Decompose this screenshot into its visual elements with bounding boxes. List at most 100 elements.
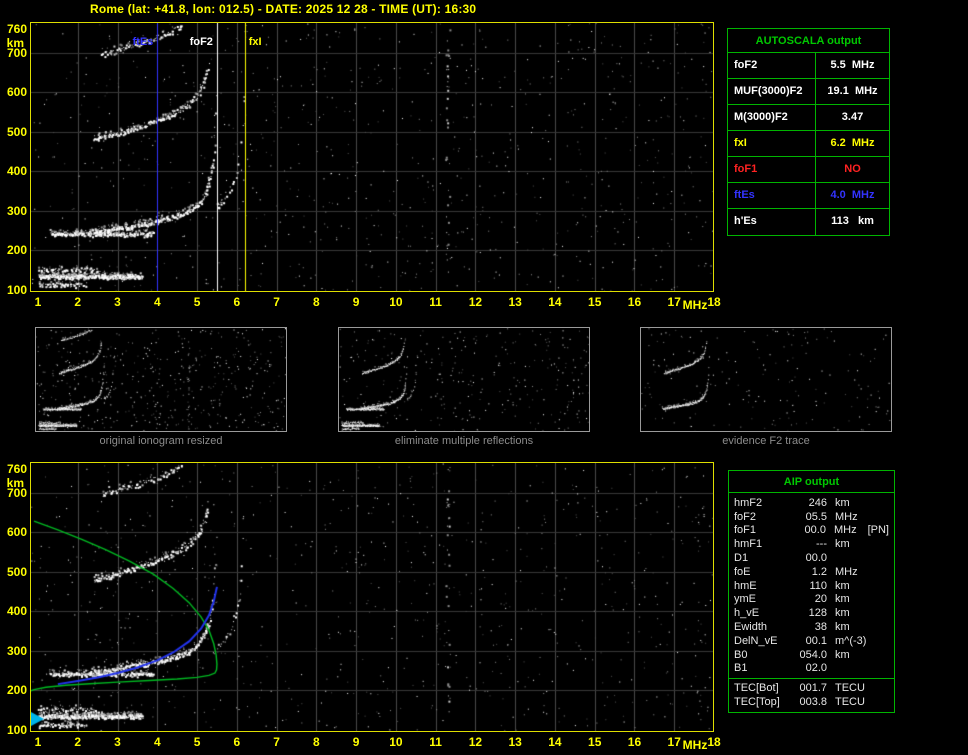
x-tick-label: 3 <box>114 735 121 749</box>
x-tick-label: 2 <box>74 735 82 749</box>
parameter-value: 003.8 <box>799 696 827 709</box>
y-tick-label: 600 <box>6 85 27 100</box>
x-tick-label: 11 <box>429 735 442 749</box>
parameter-label: fxI <box>728 131 816 156</box>
x-tick-label: 9 <box>352 735 360 749</box>
parameter-value: 3.47 <box>841 111 864 123</box>
parameter-value: 38 <box>814 621 827 634</box>
marker-label-fof2: foF2 <box>189 36 213 48</box>
autoscala-table-row: h'Es 113 km <box>728 209 889 235</box>
aip-tec-row: TEC[Top] 003.8 TECU <box>729 695 894 709</box>
aip-table-row: B1 02.0 <box>729 662 894 676</box>
page-title: Rome (lat: +41.8, lon: 012.5) - DATE: 20… <box>90 2 477 16</box>
aip-tec-rows: TEC[Bot] 001.7 TECU TEC[Top] 003.8 TECU <box>729 678 894 709</box>
aip-table-row: ymE 20 km <box>729 593 894 607</box>
autoscala-screen: Rome (lat: +41.8, lon: 012.5) - DATE: 20… <box>0 0 968 755</box>
y-tick-label: 200 <box>6 243 27 258</box>
y-tick-label: 300 <box>6 643 27 658</box>
aip-table-row: h_vE 128 km <box>729 606 894 620</box>
parameter-value: 001.7 <box>799 682 827 695</box>
thumbnail-eliminate-canvas <box>339 328 589 431</box>
x-tick-label: 16 <box>627 295 642 309</box>
parameter-unit: km <box>835 579 850 592</box>
parameter-unit: m^(-3) <box>835 634 867 647</box>
parameter-unit: km <box>835 621 850 634</box>
y-tick-label: 400 <box>6 164 27 179</box>
parameter-label: foF1 <box>728 157 816 182</box>
autoscala-table-rows: foF2 5.5 MHz MUF(3000)F2 19.1 MHz M(3000… <box>728 53 889 235</box>
autoscala-table-row: MUF(3000)F2 19.1 MHz <box>728 79 889 105</box>
y-tick-label: 400 <box>6 604 27 619</box>
parameter-label: D1 <box>734 552 749 565</box>
x-tick-label: 15 <box>588 295 602 309</box>
top-ionogram-plot <box>30 22 714 292</box>
thumbnail-f2-evidence <box>640 327 892 432</box>
parameter-unit: MHz <box>835 565 858 578</box>
marker-label-ftes: ftEs <box>132 36 154 48</box>
parameter-value: 00.1 <box>805 634 827 647</box>
aip-tec-row: TEC[Bot] 001.7 TECU <box>729 681 894 695</box>
parameter-unit: km <box>835 496 850 509</box>
parameter-value: 20 <box>814 593 827 606</box>
parameter-value: 054.0 <box>799 648 827 661</box>
parameter-value: NO <box>844 163 861 175</box>
parameter-note: [PN] <box>867 524 889 537</box>
parameter-value: 00.0 <box>805 552 827 565</box>
y-axis-unit-label: km <box>6 36 24 50</box>
y-tick-label: 760 <box>6 22 27 36</box>
x-tick-label: 13 <box>508 295 522 309</box>
y-axis-unit-label: km <box>6 476 24 490</box>
parameter-label: foF1 <box>734 524 757 537</box>
parameter-unit: TECU <box>835 682 865 695</box>
x-tick-label: 8 <box>313 735 320 749</box>
parameter-label: h'Es <box>728 209 816 235</box>
aip-table-row: hmF2 246 km <box>729 496 894 510</box>
x-tick-label: 4 <box>153 735 161 749</box>
x-tick-label: 1 <box>34 295 42 309</box>
x-axis-unit-label: MHz <box>682 738 708 752</box>
parameter-unit: MHz <box>833 524 857 537</box>
parameter-unit: km <box>835 538 850 551</box>
parameter-label: hmF2 <box>734 496 763 509</box>
y-tick-label: 600 <box>6 525 27 540</box>
parameter-unit: km <box>835 607 850 620</box>
aip-table-row: foF1 00.0 MHz [PN] <box>729 524 894 538</box>
parameter-value: 110 <box>809 579 827 592</box>
y-tick-label: 300 <box>6 203 27 218</box>
x-tick-label: 6 <box>233 735 241 749</box>
x-tick-label: 14 <box>548 735 562 749</box>
parameter-label: M(3000)F2 <box>728 105 816 130</box>
parameter-value: 128 <box>808 607 827 620</box>
x-tick-label: 8 <box>313 295 320 309</box>
x-tick-label: 4 <box>153 295 161 309</box>
aip-table-row: DelN_vE 00.1 m^(-3) <box>729 634 894 648</box>
autoscala-table-row: foF2 5.5 MHz <box>728 53 889 79</box>
thumbnail-eliminate-multiples <box>338 327 590 432</box>
aip-table-row: foE 1.2 MHz <box>729 565 894 579</box>
parameter-value: 5.5 MHz <box>830 59 875 71</box>
parameter-label: DelN_vE <box>734 634 778 647</box>
y-tick-label: 100 <box>6 283 27 297</box>
parameter-value: 113 km <box>831 215 874 227</box>
aip-table-row: hmE 110 km <box>729 579 894 593</box>
parameter-label: foF2 <box>728 53 816 78</box>
x-tick-label: 9 <box>352 295 360 309</box>
autoscala-table-header: AUTOSCALA output <box>728 29 889 53</box>
x-tick-label: 12 <box>468 735 483 749</box>
x-tick-label: 5 <box>193 735 201 749</box>
parameter-label: h_vE <box>734 607 760 620</box>
x-tick-label: 10 <box>389 295 403 309</box>
parameter-unit: TECU <box>835 696 865 709</box>
parameter-label: Ewidth <box>734 621 768 634</box>
aip-table-header: AIP output <box>729 471 894 493</box>
x-tick-label: 14 <box>548 295 562 309</box>
parameter-value: 05.5 <box>805 510 827 523</box>
aip-table-row: D1 00.0 <box>729 551 894 565</box>
bottom-ionogram-canvas <box>31 463 713 731</box>
parameter-value: 02.0 <box>805 662 827 675</box>
thumbnail-caption-eliminate: eliminate multiple reflections <box>394 435 534 447</box>
parameter-value: --- <box>816 538 827 551</box>
y-tick-label: 500 <box>6 124 27 139</box>
marker-label-fxi: fxI <box>248 36 262 48</box>
x-tick-label: 16 <box>627 735 642 749</box>
